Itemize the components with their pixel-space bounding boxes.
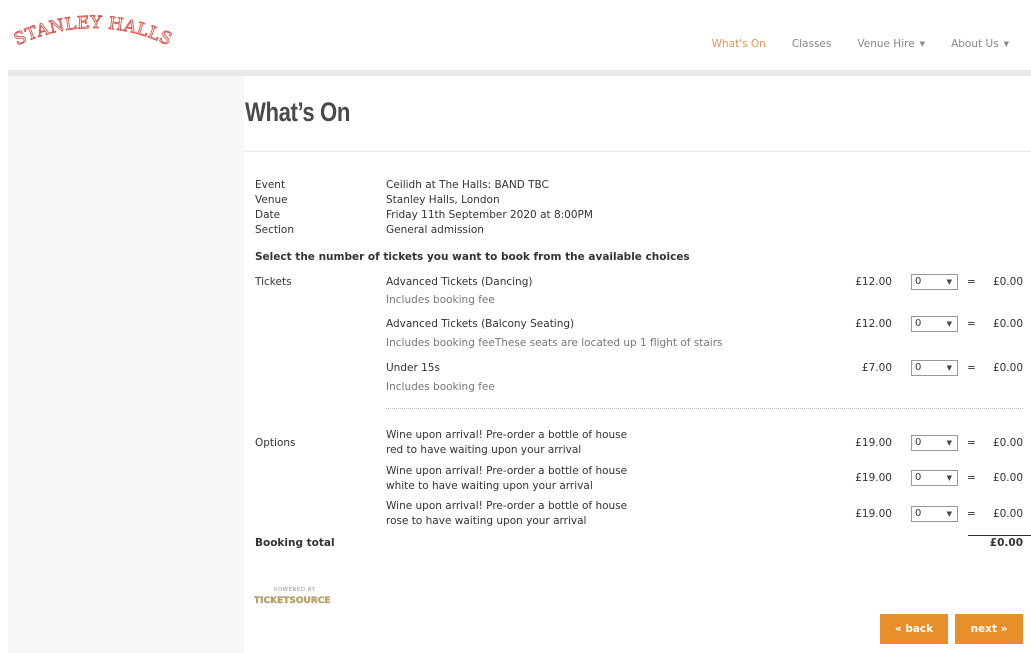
option-line: Wine upon arrival! Pre-order a bottle of… xyxy=(386,429,628,441)
site-header: STANLEY HALLS What's On Classes Venue Hi… xyxy=(0,0,1031,70)
nav-classes[interactable]: Classes xyxy=(792,38,832,50)
date-value: Friday 11th September 2020 at 8:00PM xyxy=(386,209,593,221)
ticket-name: Advanced Tickets (Balcony Seating) xyxy=(386,318,575,330)
equals-sign: = xyxy=(967,472,976,484)
ticket-price: £12.00 xyxy=(855,276,892,288)
equals-sign: = xyxy=(967,508,976,520)
ticket-note: Includes booking feeThese seats are loca… xyxy=(386,337,723,349)
chevron-down-icon: ▼ xyxy=(946,278,952,286)
option-amount: £0.00 xyxy=(992,472,1023,484)
ticket-note: Includes booking fee xyxy=(386,294,495,306)
event-value: Ceilidh at The Halls: BAND TBC xyxy=(386,179,549,191)
ticket-name: Under 15s xyxy=(386,362,440,374)
section-label: Section xyxy=(255,224,295,236)
quantity-select[interactable]: 0 ▼ xyxy=(911,435,958,451)
venue-value: Stanley Halls, London xyxy=(386,194,500,206)
quantity-select[interactable]: 0 ▼ xyxy=(911,470,958,486)
section-divider xyxy=(386,408,1023,409)
option-line: rose to have waiting upon your arrival xyxy=(386,515,587,527)
chevron-down-icon: ▼ xyxy=(1003,40,1009,48)
svg-text:POWERED BY: POWERED BY xyxy=(274,587,316,593)
quantity-select[interactable]: 0 ▼ xyxy=(911,506,958,522)
equals-sign: = xyxy=(967,276,976,288)
ticket-name: Advanced Tickets (Dancing) xyxy=(386,276,533,288)
nav-venue-hire[interactable]: Venue Hire ▼ xyxy=(857,38,925,50)
booking-total-label: Booking total xyxy=(255,537,335,549)
back-button[interactable]: « back xyxy=(880,614,948,644)
option-amount: £0.00 xyxy=(992,437,1023,449)
ticket-price: £12.00 xyxy=(855,318,892,330)
date-label: Date xyxy=(255,209,281,221)
options-label: Options xyxy=(255,437,296,449)
ticketsource-logo[interactable]: POWERED BY TICKETSOURCE xyxy=(254,584,340,606)
option-amount: £0.00 xyxy=(992,508,1023,520)
section-value: General admission xyxy=(386,224,484,236)
chevron-down-icon: ▼ xyxy=(946,364,952,372)
option-line: Wine upon arrival! Pre-order a bottle of… xyxy=(386,500,628,512)
nav-whats-on[interactable]: What's On xyxy=(712,38,766,50)
option-price: £19.00 xyxy=(855,508,892,520)
chevron-down-icon: ▼ xyxy=(946,439,952,447)
main-nav: What's On Classes Venue Hire ▼ About Us ▼ xyxy=(686,38,1009,50)
svg-text:STANLEY HALLS: STANLEY HALLS xyxy=(11,14,175,50)
option-price: £19.00 xyxy=(855,472,892,484)
option-line: Wine upon arrival! Pre-order a bottle of… xyxy=(386,465,628,477)
equals-sign: = xyxy=(967,362,976,374)
nav-about-us[interactable]: About Us ▼ xyxy=(951,38,1009,50)
chevron-down-icon: ▼ xyxy=(919,40,926,48)
quantity-select[interactable]: 0 ▼ xyxy=(911,274,958,290)
tickets-label: Tickets xyxy=(255,276,292,288)
option-line: white to have waiting upon your arrival xyxy=(386,480,593,492)
ticket-note: Includes booking fee xyxy=(386,381,495,393)
title-divider xyxy=(244,151,1031,152)
chevron-down-icon: ▼ xyxy=(946,510,952,518)
equals-sign: = xyxy=(967,437,976,449)
ticket-amount: £0.00 xyxy=(992,362,1023,374)
page-title: What’s On xyxy=(245,97,350,127)
option-price: £19.00 xyxy=(855,437,892,449)
ticket-price: £7.00 xyxy=(861,362,892,374)
quantity-select[interactable]: 0 ▼ xyxy=(911,360,958,376)
svg-text:TICKETSOURCE: TICKETSOURCE xyxy=(254,596,330,606)
option-line: red to have waiting upon your arrival xyxy=(386,444,582,456)
ticket-amount: £0.00 xyxy=(992,318,1023,330)
chevron-down-icon: ▼ xyxy=(946,474,952,482)
chevron-down-icon: ▼ xyxy=(946,320,952,328)
next-button[interactable]: next » xyxy=(955,614,1023,644)
booking-total-amount: £0.00 xyxy=(989,537,1023,549)
stanley-halls-logo[interactable]: STANLEY HALLS xyxy=(8,14,178,56)
quantity-select[interactable]: 0 ▼ xyxy=(911,316,958,332)
equals-sign: = xyxy=(967,318,976,330)
ticket-amount: £0.00 xyxy=(992,276,1023,288)
venue-label: Venue xyxy=(255,194,288,206)
instructions-text: Select the number of tickets you want to… xyxy=(255,251,690,263)
event-label: Event xyxy=(255,179,286,191)
